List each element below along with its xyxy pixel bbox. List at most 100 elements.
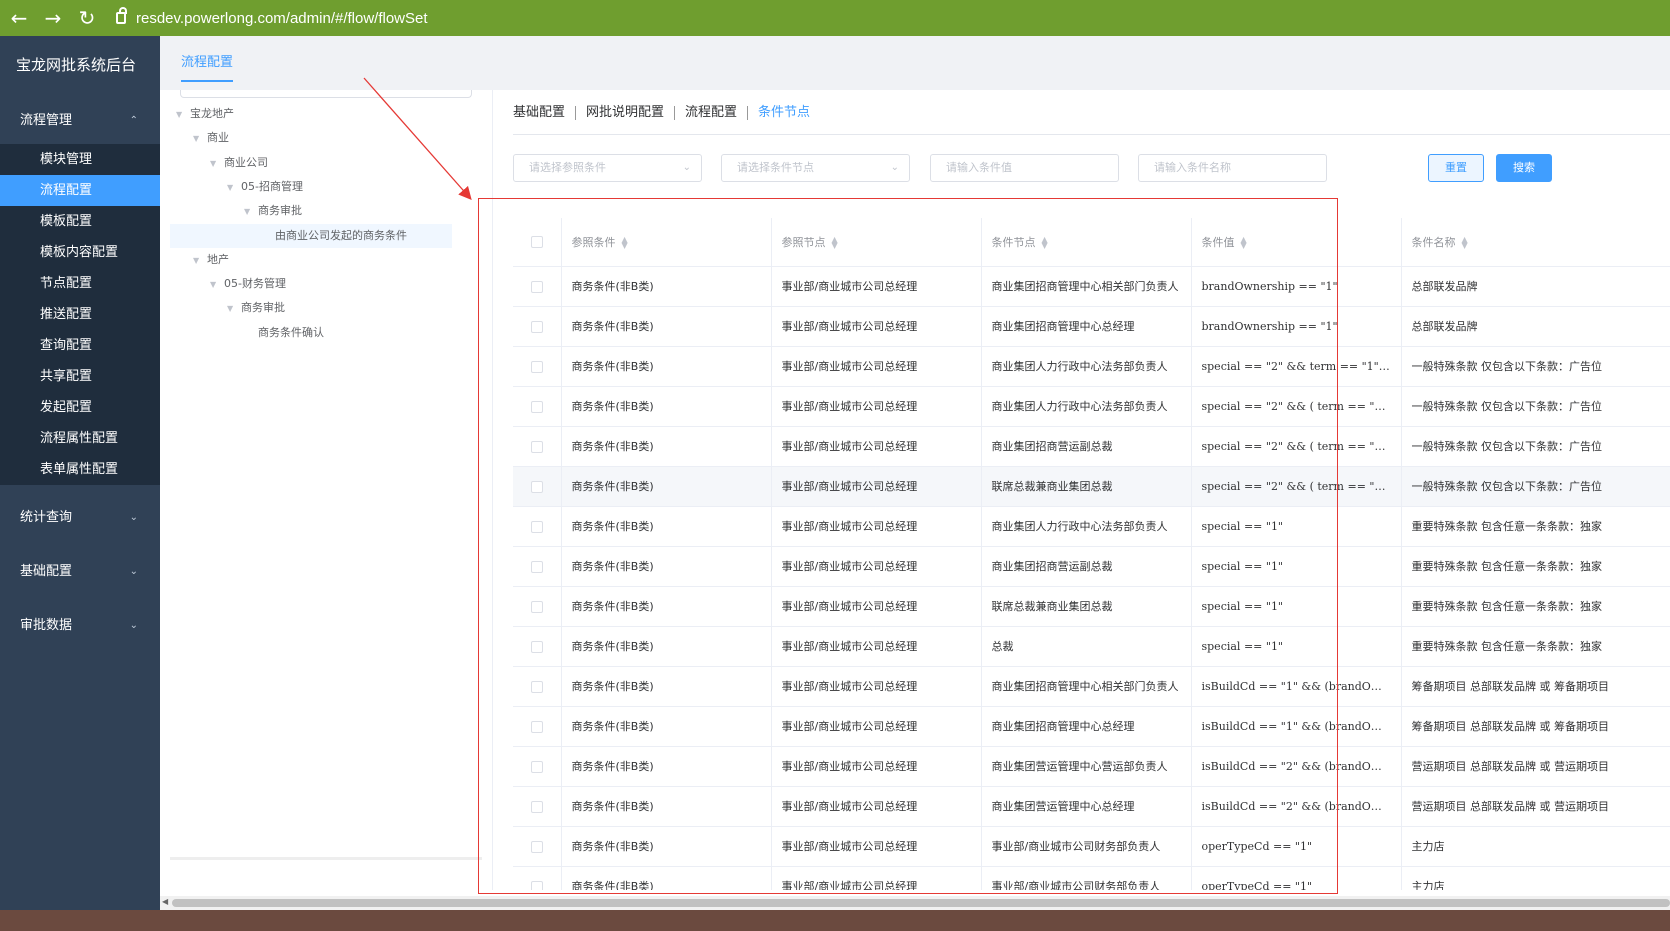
- table-row[interactable]: 商务条件(非B类) 事业部/商业城市公司总经理 商业集团人力行政中心法务部负责人 sp…: [513, 506, 1670, 547]
- sidebar-item[interactable]: 共享配置: [0, 361, 160, 392]
- tree-node[interactable]: ▼ 05-招商管理: [170, 175, 452, 199]
- condition-table: 参照条件 ▲ ▼ 参照节点 ▲ ▼ 条件节点 ▲ ▼ 条件值 ▲ ▼ 条件名称 ▲ ▼ 商务条件(非B类) 事…: [513, 218, 1670, 890]
- tree-search-input[interactable]: [180, 90, 472, 98]
- sub-nav-item[interactable]: 基础配置: [513, 106, 577, 120]
- row-checkbox[interactable]: [530, 560, 543, 573]
- table-row[interactable]: 商务条件(非B类) 事业部/商业城市公司总经理 商业集团营运管理中心总经理 isBui…: [513, 786, 1670, 827]
- menu-group[interactable]: 审批数据 ⌄: [0, 605, 160, 647]
- sub-nav-item[interactable]: 网批说明配置: [576, 106, 676, 120]
- row-checkbox[interactable]: [530, 880, 543, 890]
- tree-node[interactable]: ▼ 05-财务管理: [170, 272, 452, 296]
- column-header[interactable]: 条件名称 ▲ ▼: [1401, 218, 1670, 267]
- condition-name-input[interactable]: 请输入条件名称: [1138, 154, 1327, 182]
- row-checkbox[interactable]: [530, 640, 543, 653]
- column-header[interactable]: 参照节点 ▲ ▼: [771, 218, 982, 267]
- row-checkbox[interactable]: [530, 280, 543, 293]
- sidebar-item[interactable]: 模板内容配置: [0, 237, 160, 268]
- condition-value-input[interactable]: 请输入条件值: [930, 154, 1119, 182]
- table-row[interactable]: 商务条件(非B类) 事业部/商业城市公司总经理 商业集团人力行政中心法务部负责人 sp…: [513, 386, 1670, 427]
- tree-node[interactable]: ▼ 商业公司: [170, 151, 452, 175]
- sub-nav-item[interactable]: 条件节点: [748, 106, 820, 120]
- sort-icon[interactable]: ▲ ▼: [1042, 235, 1048, 249]
- menu-group[interactable]: 统计查询 ⌄: [0, 497, 160, 539]
- row-checkbox[interactable]: [530, 520, 543, 533]
- sidebar-item[interactable]: 节点配置: [0, 268, 160, 299]
- condition-node-select[interactable]: 请选择条件节点 ⌄: [721, 154, 910, 182]
- row-checkbox[interactable]: [530, 360, 543, 373]
- tree-node[interactable]: ▼ 宝龙地产: [170, 102, 452, 126]
- row-checkbox[interactable]: [530, 680, 543, 693]
- reload-icon[interactable]: ↻: [72, 3, 102, 33]
- row-checkbox[interactable]: [530, 400, 543, 413]
- tab-flow-config[interactable]: 流程配置: [181, 51, 234, 82]
- scrollbar-thumb[interactable]: [172, 899, 1670, 907]
- caret-down-icon[interactable]: ▼: [227, 297, 241, 321]
- table-cell: special == "2" && ( term == "2" || more: [1191, 466, 1402, 507]
- sidebar-item[interactable]: 模块管理: [0, 144, 160, 175]
- select-all-checkbox[interactable]: [530, 236, 543, 249]
- table-row[interactable]: 商务条件(非B类) 事业部/商业城市公司总经理 商业集团营运管理中心营运部负责人 is…: [513, 746, 1670, 787]
- table-row[interactable]: 商务条件(非B类) 事业部/商业城市公司总经理 联席总裁兼商业集团总裁 special…: [513, 466, 1670, 507]
- caret-down-icon[interactable]: ▼: [210, 152, 224, 176]
- scroll-left-icon[interactable]: ◀: [162, 897, 168, 906]
- tree-node[interactable]: ▼ 商业: [170, 126, 452, 150]
- sidebar-item[interactable]: 发起配置: [0, 392, 160, 423]
- sort-icon[interactable]: ▲ ▼: [1241, 235, 1247, 249]
- sidebar-item[interactable]: 推送配置: [0, 299, 160, 330]
- caret-down-icon[interactable]: ▼: [176, 103, 190, 127]
- table-row[interactable]: 商务条件(非B类) 事业部/商业城市公司总经理 总裁 special == "1" 重要…: [513, 626, 1670, 667]
- table-row[interactable]: 商务条件(非B类) 事业部/商业城市公司总经理 事业部/商业城市公司财务部负责人 op…: [513, 826, 1670, 867]
- reset-button[interactable]: 重置: [1428, 154, 1484, 182]
- tree-node-label: 宝龙地产: [190, 107, 234, 120]
- row-checkbox[interactable]: [530, 440, 543, 453]
- table-row[interactable]: 商务条件(非B类) 事业部/商业城市公司总经理 商业集团招商管理中心总经理 isBui…: [513, 706, 1670, 747]
- sidebar-item[interactable]: 模板配置: [0, 206, 160, 237]
- table-row[interactable]: 商务条件(非B类) 事业部/商业城市公司总经理 联席总裁兼商业集团总裁 special…: [513, 586, 1670, 627]
- menu-group[interactable]: 基础配置 ⌄: [0, 551, 160, 593]
- column-header[interactable]: 参照条件 ▲ ▼: [561, 218, 772, 267]
- column-header[interactable]: 条件值 ▲ ▼: [1191, 218, 1402, 267]
- forward-icon[interactable]: →: [38, 3, 68, 33]
- table-row[interactable]: 商务条件(非B类) 事业部/商业城市公司总经理 商业集团招商营运副总裁 special…: [513, 546, 1670, 587]
- table-row[interactable]: 商务条件(非B类) 事业部/商业城市公司总经理 商业集团招商营运副总裁 special…: [513, 426, 1670, 467]
- back-icon[interactable]: ←: [4, 3, 34, 33]
- sort-icon[interactable]: ▲ ▼: [832, 235, 838, 249]
- caret-down-icon[interactable]: ▼: [244, 200, 258, 224]
- row-checkbox[interactable]: [530, 720, 543, 733]
- sidebar-item[interactable]: 流程属性配置: [0, 423, 160, 454]
- search-button[interactable]: 搜索: [1496, 154, 1552, 182]
- row-checkbox[interactable]: [530, 800, 543, 813]
- sidebar-item[interactable]: 流程配置: [0, 175, 160, 206]
- caret-down-icon[interactable]: ▼: [210, 273, 224, 297]
- tree-node[interactable]: 商务条件确认: [170, 321, 452, 345]
- caret-down-icon[interactable]: ▼: [193, 249, 207, 273]
- table-row[interactable]: 商务条件(非B类) 事业部/商业城市公司总经理 商业集团人力行政中心法务部负责人 sp…: [513, 346, 1670, 387]
- table-row[interactable]: 商务条件(非B类) 事业部/商业城市公司总经理 商业集团招商管理中心相关部门负责人 b…: [513, 266, 1670, 307]
- row-checkbox[interactable]: [530, 760, 543, 773]
- sidebar-item[interactable]: 表单属性配置: [0, 454, 160, 485]
- table-row[interactable]: 商务条件(非B类) 事业部/商业城市公司总经理 事业部/商业城市公司财务部负责人 op…: [513, 866, 1670, 890]
- row-checkbox[interactable]: [530, 480, 543, 493]
- horizontal-scrollbar[interactable]: ◀: [160, 896, 1670, 910]
- caret-down-icon[interactable]: ▼: [193, 127, 207, 151]
- table-cell: 营运期项目 总部联发品牌 或 营运期项目: [1401, 786, 1670, 827]
- org-tree-panel: ▼ 宝龙地产 ▼ 商业 ▼ 商业公司 ▼ 05-招商管理 ▼ 商务审批 由商业公司发起的商务条件 ▼ 地…: [170, 90, 482, 860]
- address-bar[interactable]: resdev.powerlong.com/admin/#/flow/flowSe…: [116, 5, 428, 31]
- tree-node[interactable]: ▼ 商务审批: [170, 296, 452, 320]
- row-checkbox[interactable]: [530, 600, 543, 613]
- tree-node[interactable]: ▼ 地产: [170, 248, 452, 272]
- sort-icon[interactable]: ▲ ▼: [622, 235, 628, 249]
- tree-node[interactable]: ▼ 商务审批: [170, 199, 452, 223]
- menu-group[interactable]: 流程管理 ⌃: [0, 100, 160, 142]
- table-row[interactable]: 商务条件(非B类) 事业部/商业城市公司总经理 商业集团招商管理中心总经理 brand…: [513, 306, 1670, 347]
- row-checkbox[interactable]: [530, 840, 543, 853]
- row-checkbox[interactable]: [530, 320, 543, 333]
- caret-down-icon[interactable]: ▼: [227, 176, 241, 200]
- table-row[interactable]: 商务条件(非B类) 事业部/商业城市公司总经理 商业集团招商管理中心相关部门负责人 i…: [513, 666, 1670, 707]
- tree-node[interactable]: 由商业公司发起的商务条件: [170, 223, 452, 248]
- sidebar-item[interactable]: 查询配置: [0, 330, 160, 361]
- sub-nav-item[interactable]: 流程配置: [675, 106, 749, 120]
- column-header[interactable]: 条件节点 ▲ ▼: [981, 218, 1192, 267]
- ref-condition-select[interactable]: 请选择参照条件 ⌄: [513, 154, 702, 182]
- sort-icon[interactable]: ▲ ▼: [1462, 235, 1468, 249]
